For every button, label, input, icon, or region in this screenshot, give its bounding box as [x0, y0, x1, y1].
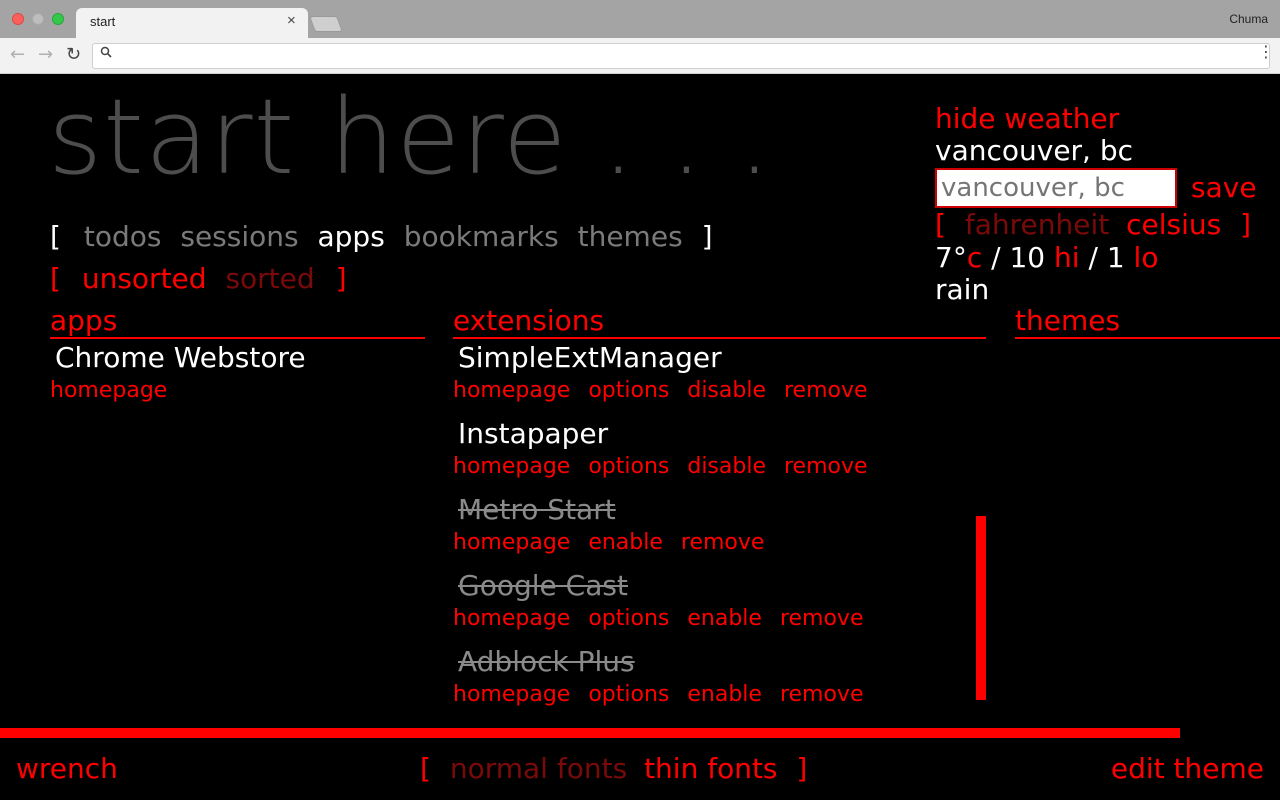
extension-homepage-link[interactable]: homepage: [453, 454, 570, 479]
nav-bookmarks[interactable]: bookmarks: [404, 220, 559, 253]
back-icon[interactable]: ←: [10, 44, 25, 65]
city-input[interactable]: [935, 168, 1177, 208]
extension-enable-link[interactable]: enable: [687, 682, 762, 707]
font-bracket-open: [: [420, 752, 431, 785]
save-weather-button[interactable]: save: [1191, 171, 1257, 204]
nav-apps[interactable]: apps: [318, 220, 385, 253]
extension-name-disabled[interactable]: Metro Start: [458, 493, 616, 526]
weather-city: vancouver, bc: [935, 134, 1134, 167]
sort-toggle: [ unsorted sorted ]: [50, 262, 347, 295]
nav-bracket-close: ]: [701, 220, 713, 253]
nav-sessions[interactable]: sessions: [180, 220, 298, 253]
normal-fonts-option[interactable]: normal fonts: [450, 752, 627, 785]
browser-menu-icon[interactable]: ⋮: [1258, 42, 1274, 61]
extension-name[interactable]: SimpleExtManager: [458, 341, 722, 374]
extension-options-link[interactable]: options: [588, 682, 669, 707]
extension-links: homepage enable remove: [453, 530, 782, 555]
app-links: homepage: [50, 378, 185, 403]
nav-themes[interactable]: themes: [578, 220, 683, 253]
app-homepage-link[interactable]: homepage: [50, 378, 167, 403]
thin-fonts-option[interactable]: thin fonts: [644, 752, 777, 785]
temp-unit: c: [966, 241, 983, 274]
low-label: lo: [1133, 241, 1159, 274]
close-window-icon[interactable]: [12, 13, 24, 25]
extension-links: homepage options disable remove: [453, 378, 886, 403]
page-title: start here . . .: [48, 76, 772, 198]
high-temp: 10: [1009, 241, 1046, 274]
new-tab-button[interactable]: [309, 16, 343, 32]
extension-remove-link[interactable]: remove: [681, 530, 765, 555]
extension-homepage-link[interactable]: homepage: [453, 606, 570, 631]
minimize-window-icon[interactable]: [32, 13, 44, 25]
extension-options-link[interactable]: options: [588, 606, 669, 631]
tab-title: start: [90, 14, 116, 29]
current-temp: 7°: [935, 241, 967, 274]
vertical-scrollbar[interactable]: [976, 516, 986, 700]
extension-name-disabled[interactable]: Adblock Plus: [458, 645, 635, 678]
horizontal-scrollbar[interactable]: [0, 728, 1180, 738]
sort-bracket-open: [: [50, 262, 61, 295]
tab-close-icon[interactable]: ×: [287, 12, 296, 29]
temp-separator: /: [991, 241, 1001, 274]
high-label: hi: [1054, 241, 1080, 274]
themes-divider: [1015, 337, 1280, 339]
extension-links: homepage options disable remove: [453, 454, 886, 479]
extension-name[interactable]: Instapaper: [458, 417, 608, 450]
apps-divider: [50, 337, 425, 339]
extension-links: homepage options enable remove: [453, 682, 881, 707]
forward-icon[interactable]: →: [38, 44, 53, 65]
reload-icon[interactable]: ↻: [66, 44, 81, 65]
extension-homepage-link[interactable]: homepage: [453, 530, 570, 555]
sort-unsorted[interactable]: unsorted: [82, 262, 207, 295]
temp-separator: /: [1088, 241, 1098, 274]
extension-remove-link[interactable]: remove: [780, 606, 864, 631]
nav-todos[interactable]: todos: [84, 220, 162, 253]
extensions-heading: extensions: [453, 304, 605, 337]
extension-disable-link[interactable]: disable: [687, 454, 766, 479]
apps-heading: apps: [50, 304, 118, 337]
weather-temps: 7°c / 10 hi / 1 lo: [935, 241, 1158, 274]
unit-bracket-close: ]: [1240, 208, 1252, 241]
extension-links: homepage options enable remove: [453, 606, 881, 631]
nav-bracket-open: [: [50, 220, 61, 253]
maximize-window-icon[interactable]: [52, 13, 64, 25]
edit-theme-link[interactable]: edit theme: [1111, 752, 1264, 785]
unit-fahrenheit[interactable]: fahrenheit: [965, 208, 1109, 241]
unit-toggle: [ fahrenheit celsius ]: [935, 208, 1251, 241]
extension-options-link[interactable]: options: [588, 378, 669, 403]
extension-enable-link[interactable]: enable: [687, 606, 762, 631]
low-temp: 1: [1106, 241, 1125, 274]
extension-name-disabled[interactable]: Google Cast: [458, 569, 628, 602]
hide-weather-link[interactable]: hide weather: [935, 102, 1119, 135]
extension-homepage-link[interactable]: homepage: [453, 682, 570, 707]
sort-bracket-close: ]: [335, 262, 347, 295]
unit-celsius[interactable]: celsius: [1126, 208, 1221, 241]
extension-remove-link[interactable]: remove: [780, 682, 864, 707]
extension-options-link[interactable]: options: [588, 454, 669, 479]
font-bracket-close: ]: [796, 752, 808, 785]
themes-heading: themes: [1015, 304, 1121, 337]
extension-remove-link[interactable]: remove: [784, 454, 868, 479]
extensions-divider: [453, 337, 986, 339]
extension-enable-link[interactable]: enable: [588, 530, 663, 555]
font-toggle: [ normal fonts thin fonts ]: [420, 752, 807, 785]
main-nav: [ todos sessions apps bookmarks themes ]: [50, 220, 713, 253]
extension-homepage-link[interactable]: homepage: [453, 378, 570, 403]
address-bar[interactable]: [92, 43, 1270, 69]
weather-condition: rain: [935, 273, 990, 306]
extension-remove-link[interactable]: remove: [784, 378, 868, 403]
wrench-link[interactable]: wrench: [16, 752, 118, 785]
profile-name[interactable]: Chuma: [1229, 12, 1268, 26]
sort-sorted[interactable]: sorted: [225, 262, 314, 295]
unit-bracket-open: [: [935, 208, 946, 241]
app-name[interactable]: Chrome Webstore: [55, 341, 306, 374]
extension-disable-link[interactable]: disable: [687, 378, 766, 403]
search-icon: [100, 46, 112, 62]
